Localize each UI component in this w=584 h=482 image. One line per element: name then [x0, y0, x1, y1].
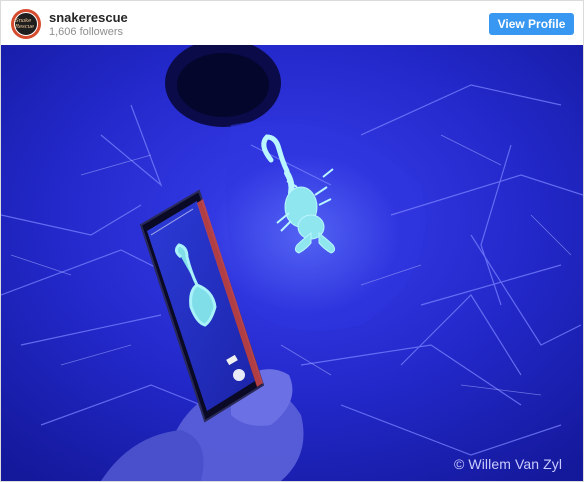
instagram-embed-card: Snake Rescue snakerescue 1,606 followers… [0, 0, 584, 482]
snake-rescue-logo-icon: Snake Rescue [14, 12, 38, 36]
follower-count: 1,606 followers [49, 26, 123, 38]
profile-username[interactable]: snakerescue [49, 10, 128, 25]
avatar-logo-text: Snake Rescue [15, 18, 34, 30]
view-profile-button[interactable]: View Profile [489, 13, 574, 35]
uv-scorpion-photo [1, 45, 583, 481]
post-header: Snake Rescue snakerescue 1,606 followers… [1, 1, 583, 45]
post-photo[interactable] [1, 45, 583, 481]
photo-credit: © Willem Van Zyl [454, 456, 563, 472]
profile-avatar[interactable]: Snake Rescue [11, 9, 41, 39]
